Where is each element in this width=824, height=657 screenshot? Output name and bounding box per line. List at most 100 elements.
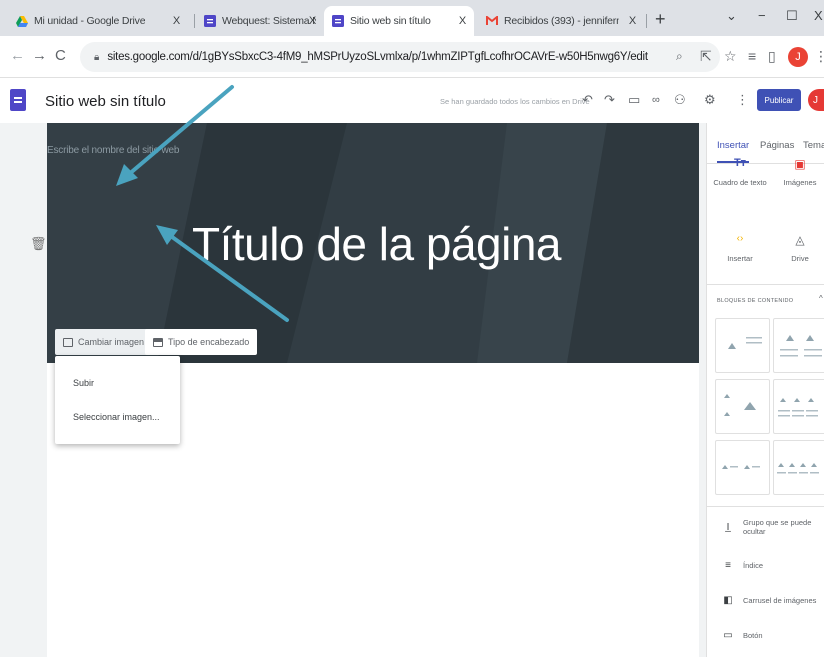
insert-table-of-contents[interactable]: ≡ Índice	[721, 560, 763, 571]
layout-thumbnail-icon	[778, 398, 818, 417]
collapsible-group-label: Grupo que se puede ocultar	[743, 518, 812, 536]
google-sites-icon	[332, 15, 344, 27]
close-icon[interactable]: X	[459, 15, 466, 27]
new-tab-button[interactable]: +	[655, 10, 666, 28]
tab-title: Webquest: Sistema Nervioso	[222, 15, 316, 27]
maximize-icon[interactable]: ☐	[786, 8, 798, 24]
settings-gear-icon[interactable]: ⚙	[704, 93, 716, 107]
layout-block-4[interactable]	[773, 379, 824, 434]
tab-title: Mi unidad - Google Drive	[34, 15, 146, 27]
more-options-icon[interactable]: ⋮	[736, 93, 749, 107]
tab-webquest[interactable]: Webquest: Sistema Nervioso X	[196, 6, 324, 36]
address-bar[interactable]: 🔒︎ sites.google.com/d/1gBYsSbxcC3-4fM9_h…	[80, 42, 720, 72]
layout-block-6[interactable]	[773, 440, 824, 495]
lock-icon: 🔒︎	[94, 51, 100, 63]
browser-tab-strip: Mi unidad - Google Drive X Webquest: Sis…	[0, 0, 824, 36]
layout-block-2[interactable]	[773, 318, 824, 373]
publish-button[interactable]: Publicar	[757, 89, 801, 111]
image-icon[interactable]: ▣	[775, 157, 824, 171]
redo-icon[interactable]: ↷	[604, 93, 615, 107]
button-icon: ▭	[723, 630, 733, 641]
page-header-banner[interactable]: Escribe el nombre del sitio web Título d…	[47, 123, 699, 363]
button-label: Botón	[743, 631, 763, 640]
image-icon	[63, 337, 73, 347]
table-of-contents-icon: ≡	[725, 560, 731, 571]
avatar[interactable]: J	[808, 89, 824, 111]
zoom-icon[interactable]: ⌕	[676, 48, 683, 64]
side-panel-icon[interactable]: ▯	[768, 48, 776, 64]
save-status: Se han guardado todos los cambios en Dri…	[440, 97, 590, 106]
layout-thumbnail-icon	[724, 394, 756, 416]
divider	[707, 284, 824, 285]
forward-icon[interactable]: →	[32, 48, 47, 64]
insert-image-carousel[interactable]: ◧ Carrusel de imágenes	[721, 595, 816, 606]
bookmark-star-icon[interactable]: ☆	[724, 48, 737, 64]
layout-thumbnail-icon	[728, 337, 762, 349]
tab-paginas[interactable]: Páginas	[760, 140, 794, 151]
window-close-icon[interactable]: X	[814, 8, 823, 23]
layout-thumbnail-icon	[780, 335, 822, 357]
share-with-others-icon[interactable]: ⚇	[674, 93, 686, 107]
site-name-placeholder[interactable]: Escribe el nombre del sitio web	[47, 145, 179, 156]
layout-thumbnail-icon	[722, 465, 760, 469]
delete-section-icon[interactable]: 🗑︎	[30, 236, 47, 252]
insert-drive-label[interactable]: Drive	[770, 254, 824, 263]
tab-divider	[646, 14, 647, 28]
layout-block-5[interactable]	[715, 440, 770, 495]
collapsible-group-icon: I̲	[726, 521, 730, 533]
browser-toolbar: ← → C 🔒︎ sites.google.com/d/1gBYsSbxcC3-…	[0, 36, 824, 78]
minimize-icon[interactable]: −	[758, 8, 766, 23]
reload-icon[interactable]: C	[55, 48, 66, 64]
layout-block-1[interactable]	[715, 318, 770, 373]
tab-temas[interactable]: Temas	[803, 140, 824, 151]
google-sites-logo-icon[interactable]	[10, 89, 26, 111]
tab-google-drive[interactable]: Mi unidad - Google Drive X	[8, 6, 188, 36]
layout-thumbnail-icon	[777, 463, 819, 474]
link-icon[interactable]: ∞	[652, 93, 660, 107]
back-icon[interactable]: ←	[10, 48, 25, 64]
undo-icon[interactable]: ↶	[582, 93, 593, 107]
page-title[interactable]: Título de la página	[192, 217, 562, 271]
browser-menu-icon[interactable]: ⋮	[814, 48, 824, 64]
chevron-up-icon[interactable]: ^	[819, 294, 823, 303]
google-drive-icon	[16, 15, 28, 27]
text-box-icon[interactable]: Tт	[715, 157, 765, 177]
tab-title: Recibidos (393) - jennifermoreta	[504, 15, 619, 27]
profile-avatar[interactable]: J	[788, 47, 808, 67]
tab-search-icon[interactable]: ⌄	[726, 8, 737, 24]
menu-item-select-image[interactable]: Seleccionar imagen...	[73, 412, 160, 422]
gmail-icon	[486, 15, 498, 27]
header-layout-icon	[153, 337, 163, 347]
tab-title: Sitio web sin título	[350, 15, 431, 27]
change-image-menu: Subir Seleccionar imagen...	[55, 356, 180, 444]
google-sites-icon	[204, 15, 216, 27]
change-image-label: Cambiar imagen	[78, 337, 145, 347]
content-blocks-heading: BLOQUES DE CONTENIDO	[717, 298, 794, 304]
menu-item-upload[interactable]: Subir	[73, 378, 94, 388]
close-icon[interactable]: X	[309, 15, 316, 27]
header-type-button[interactable]: Tipo de encabezado	[145, 329, 258, 355]
insert-embed-label[interactable]: Insertar	[710, 254, 770, 263]
insert-panel: Insertar Páginas Temas Tт Cuadro de text…	[706, 123, 824, 657]
insert-images-label[interactable]: Imágenes	[770, 178, 824, 187]
preview-icon[interactable]: ▭	[628, 93, 640, 107]
divider	[707, 506, 824, 507]
insert-text-box-label[interactable]: Cuadro de texto	[710, 178, 770, 187]
tab-gmail[interactable]: Recibidos (393) - jennifermoreta X	[478, 6, 644, 36]
insert-collapsible-group[interactable]: I̲ Grupo que se puede ocultar	[721, 518, 815, 536]
insert-button[interactable]: ▭ Botón	[721, 630, 763, 641]
tab-sitio-web[interactable]: Sitio web sin título X	[324, 6, 474, 36]
reading-list-icon[interactable]: ≡	[748, 48, 756, 64]
image-carousel-icon: ◧	[723, 595, 733, 606]
close-icon[interactable]: X	[629, 15, 636, 27]
site-title[interactable]: Sitio web sin título	[45, 93, 166, 110]
layout-block-3[interactable]	[715, 379, 770, 434]
tab-divider	[194, 14, 195, 28]
sites-header: Sitio web sin título Se han guardado tod…	[0, 79, 824, 123]
close-icon[interactable]: X	[173, 15, 180, 27]
share-icon[interactable]: ⇱	[700, 48, 712, 64]
drive-icon[interactable]: ◬	[775, 233, 824, 247]
tab-insertar[interactable]: Insertar	[717, 140, 749, 151]
embed-icon[interactable]: ‹›	[715, 233, 765, 244]
header-type-label: Tipo de encabezado	[168, 337, 250, 347]
